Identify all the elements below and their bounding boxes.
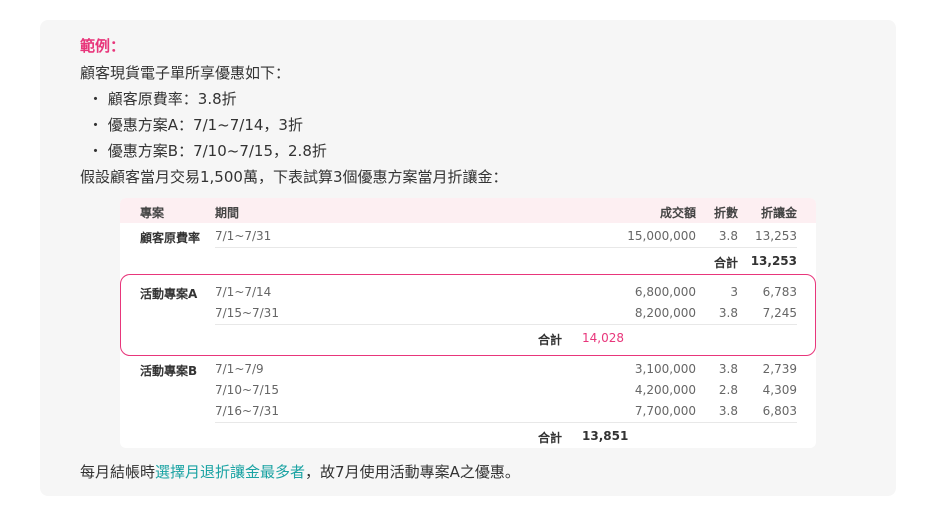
rebate-cell: 2,739 <box>762 362 797 376</box>
discount-cell: 3.8 <box>718 306 738 320</box>
rebate-cell: 13,253 <box>755 229 797 243</box>
header-rebate: 折讓金 <box>760 206 797 220</box>
bullet-item: ・ 顧客原費率：3.8折 <box>88 90 237 108</box>
total-label: 合計 <box>714 256 739 270</box>
total-value: 14,028 <box>582 331 624 345</box>
total-label: 合計 <box>538 333 563 347</box>
row-divider <box>215 247 797 248</box>
plan-name: 顧客原費率 <box>140 231 201 245</box>
amount-cell: 15,000,000 <box>627 229 696 243</box>
bullet-text: 優惠方案B：7/10~7/15，2.8折 <box>107 142 327 160</box>
period-cell: 7/1~7/14 <box>215 285 272 299</box>
period-cell: 7/16~7/31 <box>215 404 279 418</box>
amount-cell: 3,100,000 <box>634 362 696 376</box>
total-value: 13,851 <box>582 429 629 443</box>
total-value: 13,253 <box>750 254 797 268</box>
conclusion-text: 每月結帳時選擇月退折讓金最多者，故7月使用活動專案A之優惠。 <box>80 461 520 482</box>
period-cell: 7/15~7/31 <box>215 306 279 320</box>
plan-name: 活動專案B <box>140 364 198 378</box>
bullet-text: 顧客原費率：3.8折 <box>107 90 237 108</box>
amount-cell: 8,200,000 <box>634 306 696 320</box>
conclusion-highlight: 選擇月退折讓金最多者 <box>155 463 306 481</box>
discount-cell: 3 <box>730 285 738 299</box>
rebate-cell: 6,803 <box>762 404 797 418</box>
bullet-text: 優惠方案A：7/1~7/14，3折 <box>107 116 303 134</box>
bullet-item: ・ 優惠方案A：7/1~7/14，3折 <box>88 116 303 134</box>
amount-cell: 7,700,000 <box>634 404 696 418</box>
rebate-cell: 4,309 <box>762 383 797 397</box>
row-divider <box>215 324 797 325</box>
total-label: 合計 <box>538 431 563 445</box>
amount-cell: 6,800,000 <box>634 285 696 299</box>
assumption-text: 假設顧客當月交易1,500萬，下表試算3個優惠方案當月折讓金： <box>80 168 508 186</box>
discount-cell: 2.8 <box>718 383 738 397</box>
discount-cell: 3.8 <box>718 229 738 243</box>
intro-text: 顧客現貨電子單所享優惠如下： <box>80 64 291 82</box>
period-cell: 7/1~7/31 <box>215 229 272 243</box>
plan-name: 活動專案A <box>140 287 198 301</box>
period-cell: 7/1~7/9 <box>215 362 264 376</box>
rebate-cell: 7,245 <box>762 306 797 320</box>
example-title: 範例： <box>80 37 126 55</box>
rebate-cell: 6,783 <box>762 285 797 299</box>
discount-cell: 3.8 <box>718 362 738 376</box>
period-cell: 7/10~7/15 <box>215 383 279 397</box>
bullet-item: ・ 優惠方案B：7/10~7/15，2.8折 <box>88 142 327 160</box>
row-divider <box>215 422 797 423</box>
conclusion-after: ，故7月使用活動專案A之優惠。 <box>305 463 520 481</box>
header-plan: 專案 <box>140 206 165 220</box>
header-amount: 成交額 <box>659 206 696 220</box>
header-period: 期間 <box>215 206 240 220</box>
conclusion-before: 每月結帳時 <box>80 463 156 481</box>
discount-cell: 3.8 <box>718 404 738 418</box>
header-discount: 折數 <box>713 206 738 220</box>
amount-cell: 4,200,000 <box>634 383 696 397</box>
